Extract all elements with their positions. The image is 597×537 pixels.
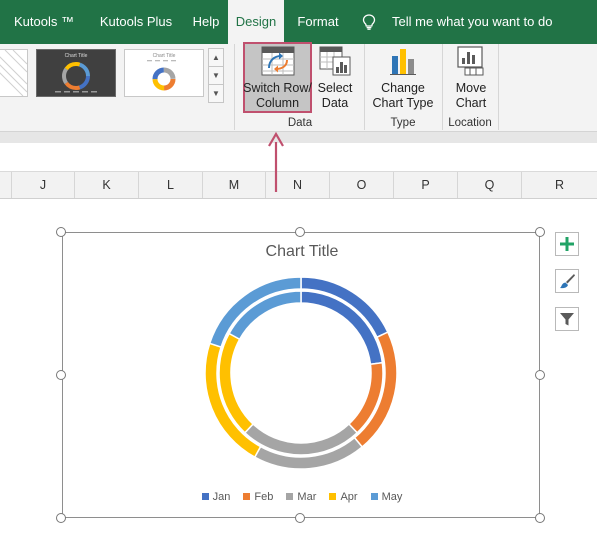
legend-swatch (201, 493, 209, 500)
change-chart-type-label-1: Change (381, 81, 425, 95)
resize-handle-top-left[interactable] (56, 227, 66, 237)
chart-area[interactable]: Chart Title Jan Feb Mar Apr May (62, 232, 540, 518)
group-label-type: Type (390, 117, 416, 129)
doughnut-slice-jan-ring-2[interactable] (300, 290, 384, 366)
chart-style-preview (0, 50, 27, 96)
paintbrush-icon (560, 274, 575, 289)
ribbon-tab-bar: Kutools ™ Kutools Plus Help Design Forma… (0, 0, 597, 44)
resize-handle-bottom-left[interactable] (56, 513, 66, 523)
gallery-scroll-up[interactable]: ▲ (208, 48, 224, 67)
resize-handle-left[interactable] (56, 370, 66, 380)
switch-row-column-label-1: Switch Row/ (243, 81, 312, 95)
doughnut-chart[interactable] (63, 233, 541, 519)
select-data-label-2: Data (321, 96, 349, 110)
legend-item-mar[interactable]: Mar (286, 491, 316, 503)
select-data-label-1: Select (317, 81, 353, 95)
legend-item-jan[interactable]: Jan (201, 491, 230, 503)
select-data-button[interactable]: Select Data (313, 44, 357, 114)
gallery-scroll-down[interactable]: ▼ (208, 66, 224, 85)
tab-help[interactable]: Help (184, 0, 228, 44)
resize-handle-top[interactable] (295, 227, 305, 237)
resize-handle-bottom-right[interactable] (535, 513, 545, 523)
change-chart-type-label-2: Chart Type (372, 96, 434, 110)
column-header-l[interactable]: L (139, 172, 203, 198)
resize-handle-bottom[interactable] (295, 513, 305, 523)
tab-design[interactable]: Design (228, 0, 284, 44)
legend-item-may[interactable]: May (370, 491, 402, 503)
change-chart-type-button[interactable]: Change Chart Type (367, 44, 439, 114)
legend-item-apr[interactable]: Apr (329, 491, 358, 503)
column-headers: J K L M N O P Q R (0, 172, 597, 199)
group-separator (498, 44, 499, 130)
column-header-r[interactable]: R (522, 172, 597, 198)
tab-format[interactable]: Format (284, 0, 352, 44)
switch-row-column-icon (261, 46, 295, 76)
chart-legend[interactable]: Jan Feb Mar Apr May (63, 491, 541, 503)
column-header-k[interactable]: K (75, 172, 139, 198)
column-header-j[interactable]: J (12, 172, 75, 198)
legend-swatch (286, 493, 294, 500)
legend-swatch (370, 493, 378, 500)
annotation-arrow (268, 132, 284, 192)
thumbnail-title: Chart Title (152, 53, 176, 59)
group-label-data: Data (287, 117, 313, 129)
chart-style-thumbnail-2[interactable]: Chart Title (36, 49, 116, 97)
switch-row-column-button[interactable]: Switch Row/ Column (243, 44, 312, 114)
chart-style-thumbnail-1[interactable] (0, 49, 28, 97)
tell-me-search[interactable]: Tell me what you want to do (362, 0, 597, 44)
formula-bar[interactable] (0, 143, 597, 172)
legend-swatch (329, 493, 337, 500)
legend-swatch (243, 493, 251, 500)
column-header-q[interactable]: Q (458, 172, 522, 198)
plus-icon (560, 237, 574, 251)
tab-kutools[interactable]: Kutools ™ (0, 0, 88, 44)
resize-handle-top-right[interactable] (535, 227, 545, 237)
chart-styles-button[interactable] (555, 269, 579, 293)
chart-style-thumbnail-3[interactable]: Chart Title (124, 49, 204, 97)
gallery-more[interactable]: ▼ (208, 84, 224, 103)
column-header-partial[interactable] (0, 172, 12, 198)
chart-elements-button[interactable] (555, 232, 579, 256)
tab-kutools-plus[interactable]: Kutools Plus (88, 0, 184, 44)
thumbnail-title: Chart Title (64, 53, 88, 59)
ribbon: Chart Title Chart Title ▲ ▼ ▼ Switch Row… (0, 42, 597, 132)
switch-row-column-label-2: Column (255, 96, 300, 110)
change-chart-type-icon (390, 49, 416, 75)
resize-handle-right[interactable] (535, 370, 545, 380)
filter-icon (560, 313, 574, 326)
select-data-icon (319, 46, 351, 76)
column-header-p[interactable]: P (394, 172, 458, 198)
move-chart-icon (457, 46, 484, 76)
legend-item-feb[interactable]: Feb (243, 491, 273, 503)
move-chart-label-2: Chart (455, 96, 487, 110)
group-separator (234, 44, 235, 130)
lightbulb-icon (362, 14, 376, 30)
move-chart-label-1: Move (455, 81, 487, 95)
group-label-location: Location (448, 117, 492, 129)
move-chart-button[interactable]: Move Chart (446, 44, 496, 114)
chart-filters-button[interactable] (555, 307, 579, 331)
tell-me-text: Tell me what you want to do (392, 14, 553, 29)
column-header-m[interactable]: M (203, 172, 266, 198)
column-header-o[interactable]: O (330, 172, 394, 198)
